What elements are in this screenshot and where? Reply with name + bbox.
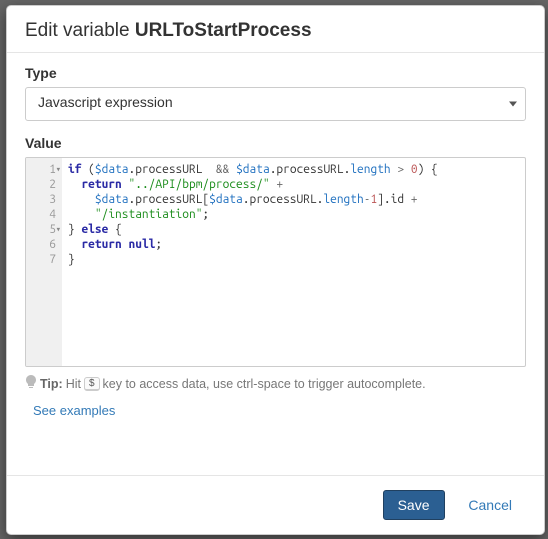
editor-gutter: 1▾ 2 3 4 5▾ 6 7 — [26, 158, 62, 366]
modal-body: Type Javascript expression Value 1▾ 2 3 … — [7, 53, 544, 475]
editor-code[interactable]: if ($data.processURL && $data.processURL… — [62, 158, 525, 366]
line-number: 4 — [28, 207, 60, 222]
code-editor[interactable]: 1▾ 2 3 4 5▾ 6 7 if ($data.processURL && … — [25, 157, 526, 367]
fold-icon[interactable]: ▾ — [56, 162, 61, 177]
cancel-button[interactable]: Cancel — [454, 491, 526, 519]
title-prefix: Edit variable — [25, 20, 135, 41]
modal-footer: Save Cancel — [7, 475, 544, 534]
tip-label: Tip: — [40, 377, 63, 391]
edit-variable-modal: Edit variable URLToStartProcess Type Jav… — [6, 5, 545, 535]
line-number: 2 — [28, 177, 60, 192]
line-number: 7 — [28, 252, 60, 267]
modal-title: Edit variable URLToStartProcess — [25, 20, 526, 42]
tip-key: $ — [84, 377, 100, 391]
lightbulb-icon — [25, 375, 37, 392]
variable-name: URLToStartProcess — [135, 20, 312, 41]
line-number: 3 — [28, 192, 60, 207]
line-number: 6 — [28, 237, 60, 252]
tip-text-post: key to access data, use ctrl-space to tr… — [103, 377, 426, 391]
fold-icon[interactable]: ▾ — [56, 222, 61, 237]
see-examples-link[interactable]: See examples — [25, 401, 123, 420]
type-label: Type — [25, 65, 526, 81]
type-select[interactable]: Javascript expression — [25, 87, 526, 121]
line-number: 5▾ — [28, 222, 60, 237]
value-label: Value — [25, 135, 526, 151]
modal-header: Edit variable URLToStartProcess — [7, 6, 544, 53]
tip-row: Tip: Hit $ key to access data, use ctrl-… — [25, 375, 526, 392]
type-selected: Javascript expression — [38, 94, 173, 110]
line-number: 1▾ — [28, 162, 60, 177]
chevron-down-icon — [509, 102, 517, 107]
save-button[interactable]: Save — [383, 490, 445, 520]
tip-text-pre: Hit — [66, 377, 81, 391]
